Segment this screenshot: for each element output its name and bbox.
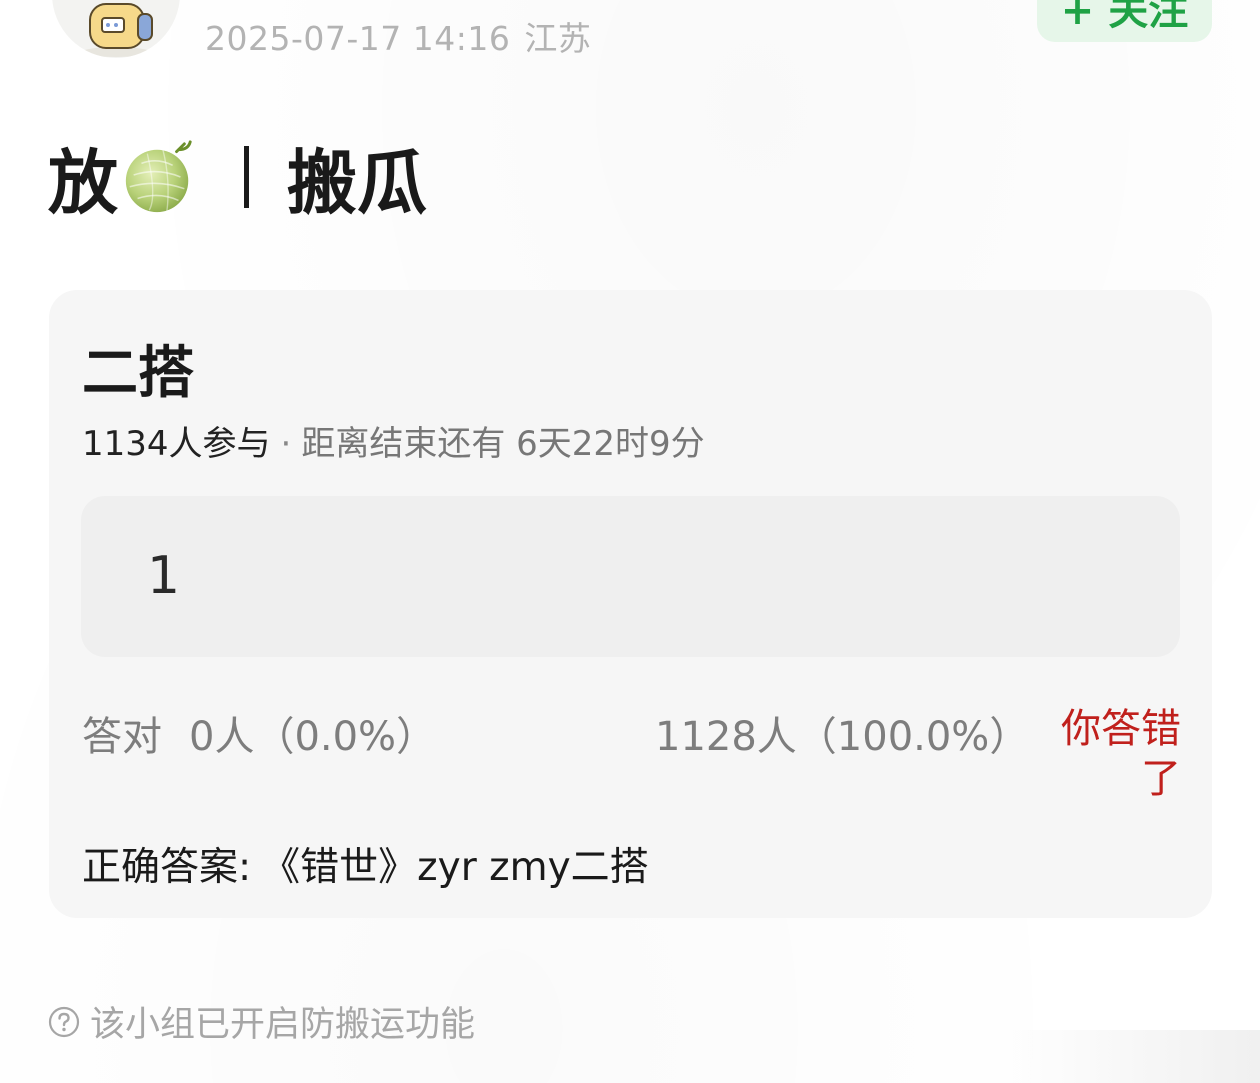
post-location: 江苏 xyxy=(524,19,592,58)
notice-text: 该小组已开启防搬运功能 xyxy=(90,1005,476,1045)
quiz-countdown: 距离结束还有 6天22时9分 xyxy=(301,424,705,464)
quiz-title: 二搭 xyxy=(82,341,194,406)
correct-result: 0人（0.0%） xyxy=(189,714,437,760)
follow-button[interactable]: + 关注 xyxy=(1037,0,1212,42)
option-label: 1 xyxy=(147,546,181,606)
post-title: 放 搬瓜 xyxy=(48,132,427,224)
avatar[interactable] xyxy=(52,0,180,58)
title-suffix: 搬瓜 xyxy=(287,141,427,224)
title-prefix: 放 xyxy=(48,141,118,224)
bottom-fade xyxy=(1000,1030,1260,1083)
cartoon-avatar-icon xyxy=(82,3,153,57)
participant-count: 1134人参与 xyxy=(82,424,271,464)
quiz-card: 二搭 1134人参与 · 距离结束还有 6天22时9分 1 答对 0人（0.0%） … xyxy=(49,290,1212,918)
anti-repost-notice[interactable]: 该小组已开启防搬运功能 xyxy=(48,996,475,1047)
wrong-result: 1128人（100.0%） xyxy=(655,714,1030,760)
question-circle-icon xyxy=(48,1006,80,1037)
answer-label: 正确答案: xyxy=(82,845,252,890)
post-timestamp: 2025-07-17 14:16 xyxy=(205,19,511,58)
melon-icon xyxy=(125,140,192,213)
verdict-text: 你答错了 xyxy=(1061,706,1181,802)
post-meta: 2025-07-17 14:16 江苏 xyxy=(205,12,591,60)
quiz-option[interactable]: 1 xyxy=(81,496,1180,657)
correct-label: 答对 xyxy=(82,714,162,760)
answer-value: 《错世》zyr zmy二搭 xyxy=(261,845,649,890)
meta-separator: · xyxy=(280,424,292,464)
correct-answer: 正确答案: 《错世》zyr zmy二搭 xyxy=(82,836,649,892)
quiz-meta: 1134人参与 · 距离结束还有 6天22时9分 xyxy=(82,416,705,465)
title-separator xyxy=(244,146,249,208)
